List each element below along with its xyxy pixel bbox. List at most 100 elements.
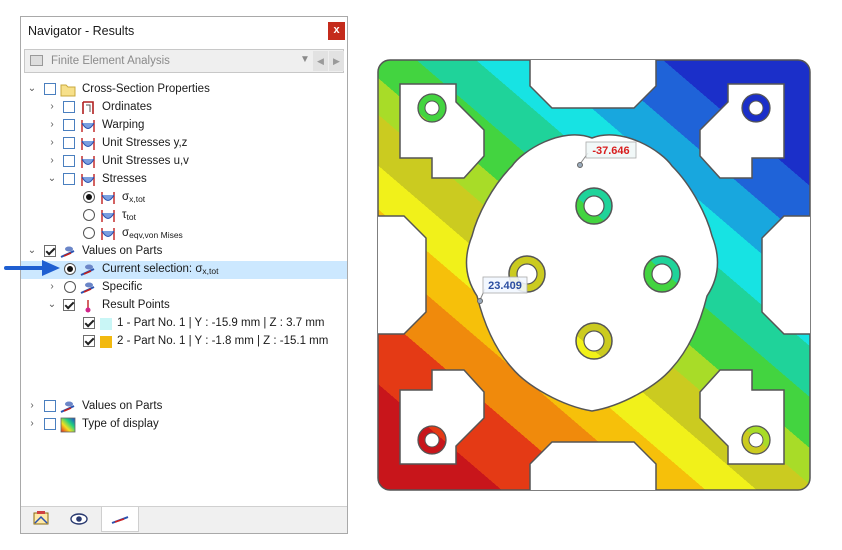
slot-left xyxy=(378,215,427,335)
checkbox[interactable] xyxy=(44,418,56,430)
checkbox[interactable] xyxy=(44,400,56,412)
radio-button[interactable] xyxy=(64,281,76,293)
values-on-parts-icon xyxy=(60,401,75,413)
collapse-icon[interactable]: ⌄ xyxy=(27,245,37,257)
tree-label: Type of display xyxy=(82,418,159,430)
display-type-icon xyxy=(60,417,76,433)
results-icon xyxy=(111,516,129,524)
tree-label: Values on Parts xyxy=(82,400,163,412)
window-title: Navigator - Results xyxy=(28,24,135,38)
tree-label: Warping xyxy=(102,119,145,131)
tree-label: Ordinates xyxy=(102,101,152,113)
checkbox[interactable] xyxy=(63,155,75,167)
next-button[interactable]: ▶ xyxy=(329,51,344,71)
title-bar: Navigator - Results x xyxy=(21,17,347,45)
close-button[interactable]: x xyxy=(328,22,345,40)
tree-item-unit-stresses-uv[interactable]: › Unit Stresses u,v xyxy=(21,153,347,171)
tree-label: Stresses xyxy=(102,173,147,185)
corner-boss-hole xyxy=(424,432,440,448)
corner-boss-hole xyxy=(748,432,764,448)
tree-item-result-points[interactable]: ⌄ Result Points xyxy=(21,297,347,315)
tree-item-type-of-display[interactable]: › Type of display xyxy=(21,416,347,434)
tree-item-stresses[interactable]: ⌄ Stresses xyxy=(21,171,347,189)
stress-diagram-icon xyxy=(81,138,95,150)
chevron-down-icon[interactable]: ▼ xyxy=(300,54,310,65)
radio-button[interactable] xyxy=(64,263,76,275)
analysis-icon xyxy=(30,55,43,66)
eye-icon xyxy=(70,513,88,525)
corner-boss-hole xyxy=(748,100,764,116)
tree-item-sigma-mises[interactable]: σeqv,von Mises xyxy=(21,225,347,243)
tree-item-unit-stresses-yz[interactable]: › Unit Stresses y,z xyxy=(21,135,347,153)
tab-data[interactable] xyxy=(23,507,59,532)
rib-bottom-hole xyxy=(583,330,605,352)
collapse-icon[interactable]: ⌄ xyxy=(27,83,37,95)
analysis-type-value: Finite Element Analysis xyxy=(51,55,170,67)
expand-icon[interactable]: › xyxy=(47,101,57,113)
checkbox[interactable] xyxy=(63,137,75,149)
checkbox-checked[interactable] xyxy=(83,335,95,347)
tree-label: 1 - Part No. 1 | Y : -15.9 mm | Z : 3.7 … xyxy=(117,317,325,329)
tree-label: Values on Parts xyxy=(82,245,163,257)
tree-item-values-on-parts[interactable]: ⌄ Values on Parts xyxy=(21,243,347,261)
stress-diagram-icon xyxy=(81,174,95,186)
tree-item-ordinates[interactable]: › Ordinates xyxy=(21,99,347,117)
result-point-marker-1 xyxy=(577,162,583,168)
checkbox[interactable] xyxy=(44,83,56,95)
data-icon xyxy=(33,511,49,525)
tree-item-point-2[interactable]: 2 - Part No. 1 | Y : -1.8 mm | Z : -15.1… xyxy=(21,333,347,351)
point-color-swatch xyxy=(100,318,112,330)
checkbox[interactable] xyxy=(63,173,75,185)
result-point-icon xyxy=(85,300,91,313)
tree-item-sigma-xtot[interactable]: σx,tot xyxy=(21,189,347,207)
navigator-panel: Navigator - Results x Finite Element Ana… xyxy=(20,16,348,534)
stress-diagram-icon xyxy=(101,210,115,222)
tree-label: σx,tot xyxy=(122,191,146,204)
expand-icon[interactable]: › xyxy=(47,155,57,167)
tab-results[interactable] xyxy=(101,507,139,532)
radio-button[interactable] xyxy=(83,227,95,239)
tree-label: 2 - Part No. 1 | Y : -1.8 mm | Z : -15.1… xyxy=(117,335,329,347)
slot-top xyxy=(529,60,657,109)
tree-item-values-on-parts-2[interactable]: › Values on Parts xyxy=(21,398,347,416)
tree-label: σeqv,von Mises xyxy=(122,227,183,240)
ordinates-icon xyxy=(82,101,94,114)
slot-bottom xyxy=(529,441,657,490)
corner-boss-hole xyxy=(424,100,440,116)
tree-label: Unit Stresses u,v xyxy=(102,155,189,167)
expand-icon[interactable]: › xyxy=(47,119,57,131)
tree-item-tau-tot[interactable]: τtot xyxy=(21,207,347,225)
tree-item-cross-section[interactable]: ⌄ Cross-Section Properties xyxy=(21,81,347,99)
checkbox-checked[interactable] xyxy=(63,299,75,311)
expand-icon[interactable]: › xyxy=(47,137,57,149)
expand-icon[interactable]: › xyxy=(27,400,37,412)
tree-item-current-selection[interactable]: Current selection: σx,tot xyxy=(21,261,347,279)
analysis-type-select[interactable]: Finite Element Analysis ▼ ◀ ▶ xyxy=(24,49,344,73)
rib-right-hole xyxy=(651,263,673,285)
tree-label: τtot xyxy=(122,209,136,222)
expand-icon[interactable]: › xyxy=(47,281,57,293)
tree-label: Current selection: σx,tot xyxy=(102,263,219,276)
tab-view[interactable] xyxy=(61,507,97,532)
stress-diagram-icon xyxy=(101,192,115,204)
tree-item-specific[interactable]: › Specific xyxy=(21,279,347,297)
previous-button[interactable]: ◀ xyxy=(313,51,328,71)
expand-icon[interactable]: › xyxy=(27,418,37,430)
collapse-icon[interactable]: ⌄ xyxy=(47,299,57,311)
checkbox-checked[interactable] xyxy=(44,245,56,257)
stress-diagram-icon xyxy=(101,228,115,240)
stress-diagram-icon xyxy=(81,120,95,132)
values-on-parts-icon xyxy=(80,264,95,276)
tree-item-point-1[interactable]: 1 - Part No. 1 | Y : -15.9 mm | Z : 3.7 … xyxy=(21,315,347,333)
result-point-marker-2 xyxy=(477,298,483,304)
value-label-left: 23.409 xyxy=(488,280,522,292)
radio-button[interactable] xyxy=(83,191,95,203)
checkbox-checked[interactable] xyxy=(83,317,95,329)
checkbox[interactable] xyxy=(63,119,75,131)
tree-item-warping[interactable]: › Warping xyxy=(21,117,347,135)
cross-section-stress-plot[interactable]: -37.646 23.409 xyxy=(372,56,812,492)
collapse-icon[interactable]: ⌄ xyxy=(47,173,57,185)
radio-button[interactable] xyxy=(83,209,95,221)
checkbox[interactable] xyxy=(63,101,75,113)
tree-label: Cross-Section Properties xyxy=(82,83,210,95)
